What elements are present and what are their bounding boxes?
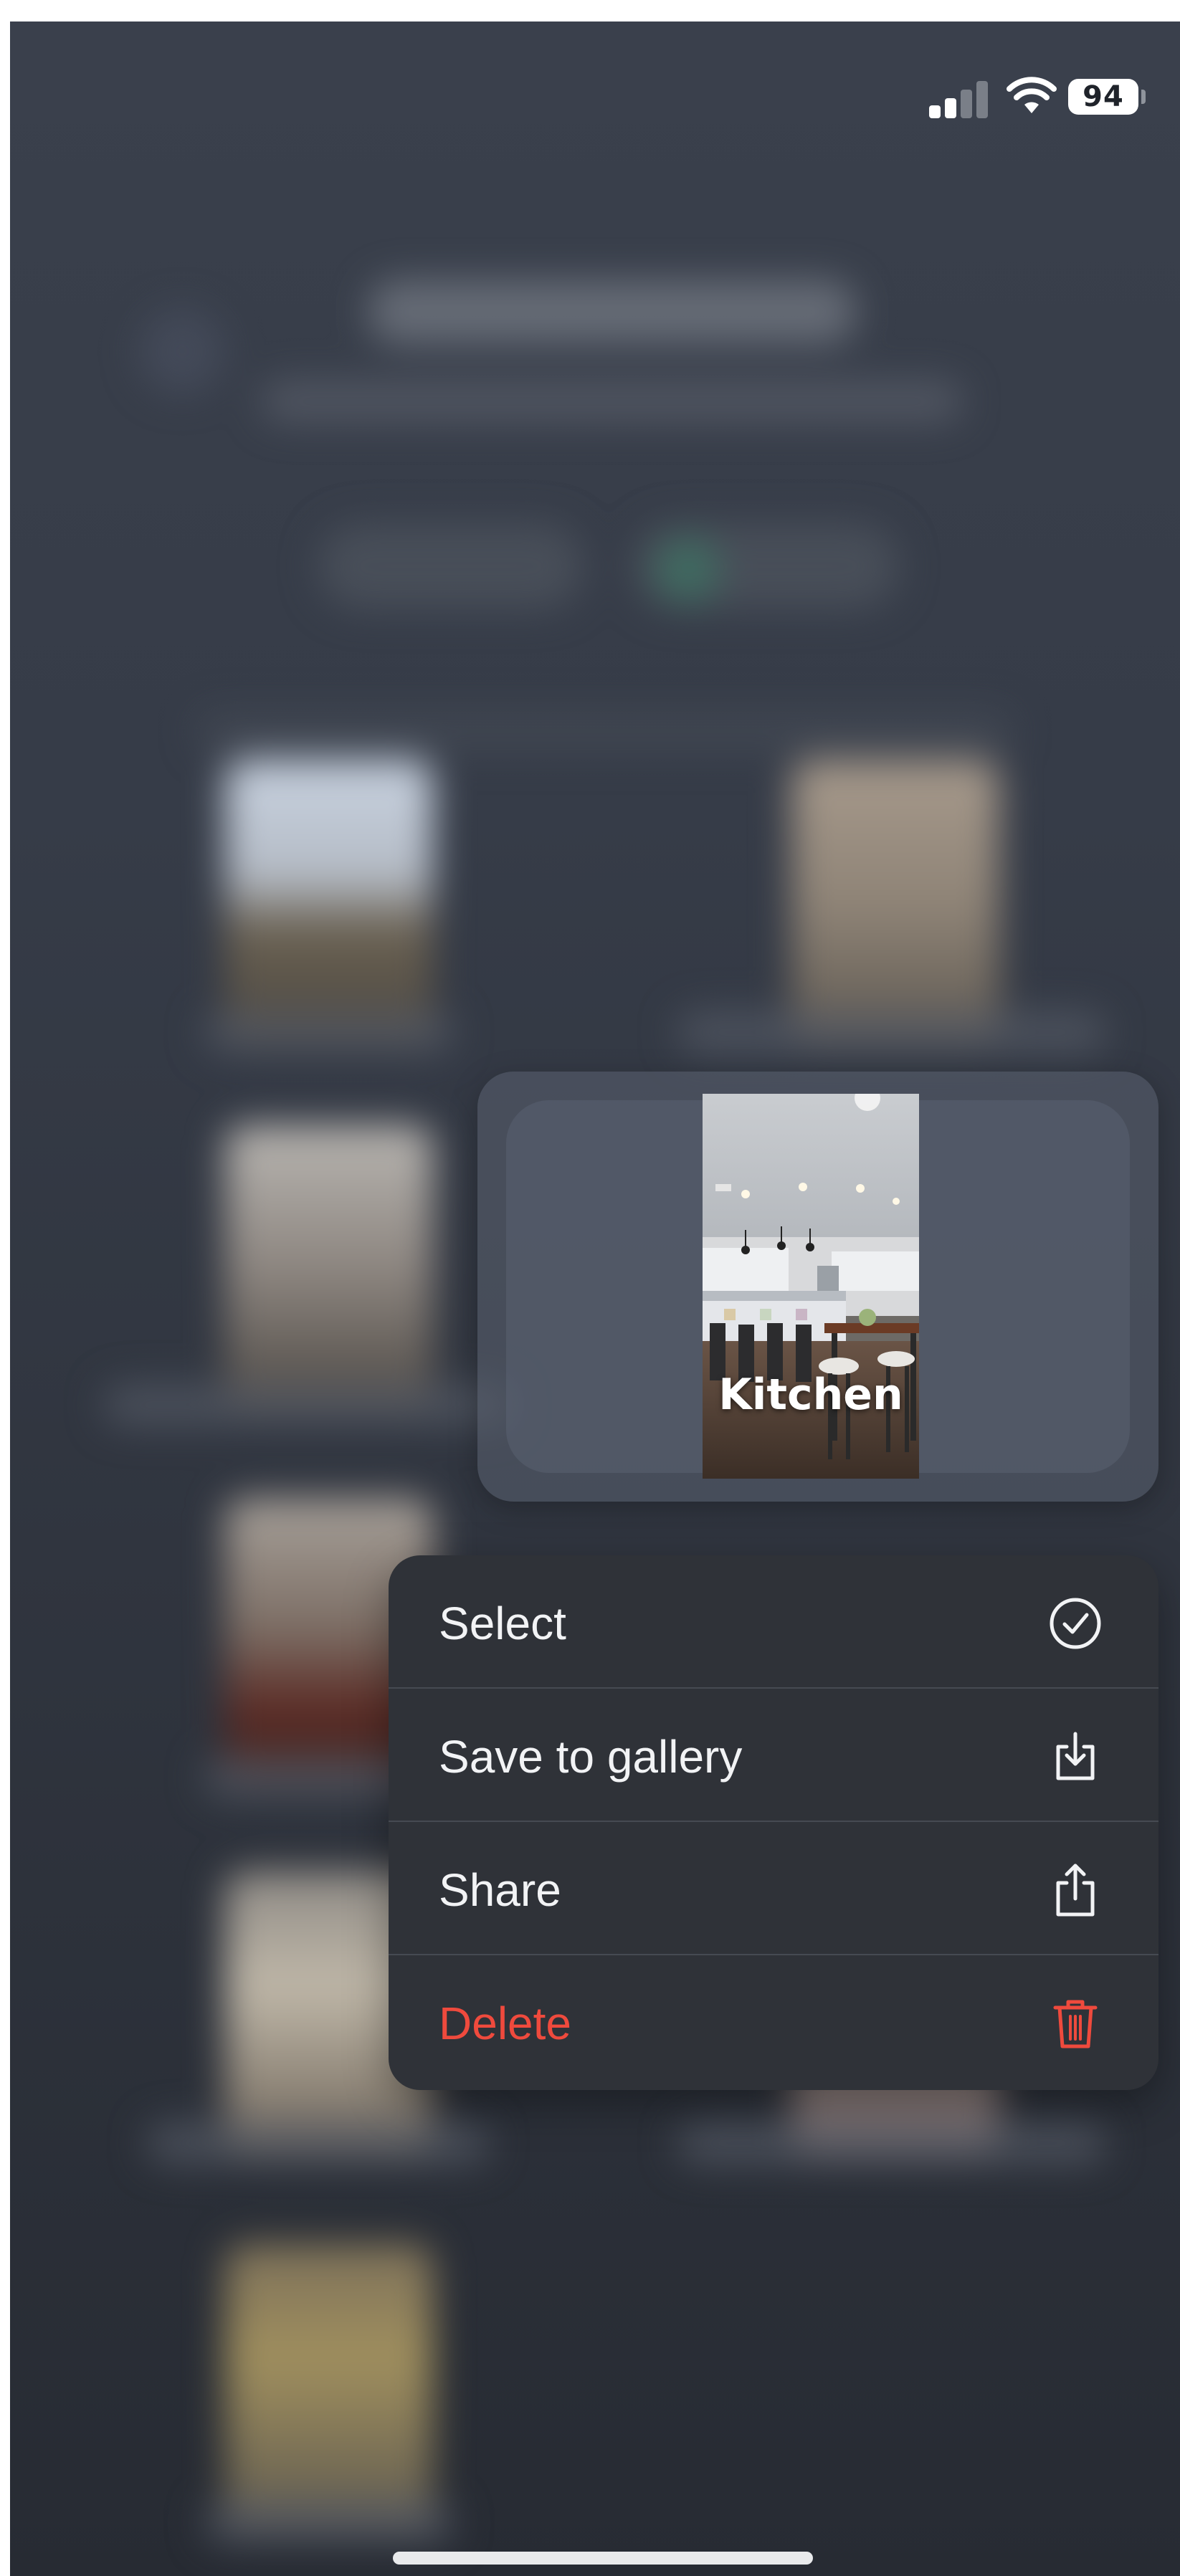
context-menu: Select Save to gallery Share Delete: [389, 1555, 1158, 2090]
blurred-thumbnail: [791, 760, 999, 1046]
menu-item-label: Select: [439, 1598, 566, 1649]
blurred-thumbnail: [225, 760, 433, 1046]
blurred-caption: [103, 1383, 512, 1426]
blurred-caption: [677, 2122, 1107, 2165]
download-tray-icon: [1056, 1732, 1095, 1780]
battery-indicator: 94: [1068, 79, 1138, 115]
blurred-caption: [204, 1011, 455, 1054]
screen: 94 Kitchen Select Save to gallery Share …: [10, 22, 1180, 2576]
blurred-button-dot: [655, 538, 720, 602]
home-indicator[interactable]: [393, 2552, 813, 2565]
wifi-icon: [1007, 77, 1057, 113]
blurred-caption: [146, 2122, 490, 2165]
blurred-thumbnail: [225, 1125, 433, 1412]
menu-item-save-to-gallery[interactable]: Save to gallery: [389, 1689, 1158, 1822]
menu-item-delete[interactable]: Delete: [389, 1955, 1158, 2089]
blurred-subtitle: [261, 380, 963, 423]
share-icon: [1056, 1864, 1095, 1917]
cellular-signal-icon: [929, 75, 994, 118]
blurred-thumbnail: [225, 2243, 433, 2530]
trash-icon: [1053, 2000, 1098, 2048]
kitchen-photo-image: [703, 1094, 919, 1479]
blurred-caption: [677, 1011, 1107, 1054]
blurred-section-header: [196, 710, 1014, 753]
status-bar: 94: [10, 22, 1180, 129]
preview-label: Kitchen: [718, 1370, 903, 1420]
menu-item-label: Share: [439, 1864, 561, 1916]
menu-item-label: Save to gallery: [439, 1731, 743, 1783]
blurred-title: [368, 280, 856, 344]
battery-tip: [1141, 90, 1146, 104]
kitchen-photo[interactable]: Kitchen: [703, 1094, 919, 1479]
menu-item-select[interactable]: Select: [389, 1555, 1158, 1689]
menu-item-label: Delete: [439, 1998, 571, 2049]
blurred-back-button: [139, 308, 225, 394]
blurred-button-left: [318, 523, 584, 609]
blurred-caption: [204, 2501, 455, 2544]
checkmark-circle-icon: [1050, 1598, 1101, 1649]
menu-item-share[interactable]: Share: [389, 1822, 1158, 1955]
